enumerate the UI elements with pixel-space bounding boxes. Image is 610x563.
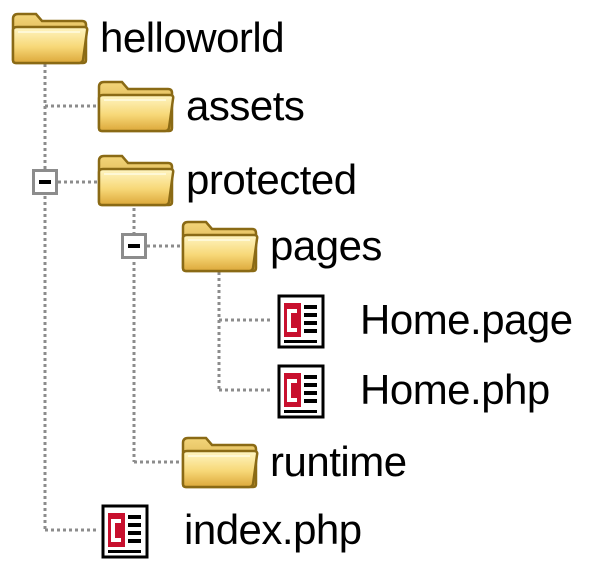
tree-node-helloworld[interactable]: helloworld bbox=[10, 8, 285, 68]
tree-node-label: helloworld bbox=[100, 14, 285, 61]
tree-node-index-php[interactable]: index.php bbox=[100, 500, 362, 560]
tree-node-pages[interactable]: pages bbox=[180, 216, 382, 276]
tree-node-home-page[interactable]: Home.page bbox=[276, 290, 573, 350]
pages-collapse-toggle[interactable] bbox=[121, 233, 147, 259]
tree-node-assets[interactable]: assets bbox=[96, 76, 305, 136]
file-tree: helloworld assets protected pages Home.p… bbox=[0, 0, 610, 563]
code-file-icon bbox=[276, 290, 328, 350]
folder-icon bbox=[96, 78, 176, 134]
folder-icon bbox=[180, 218, 260, 274]
code-file-icon bbox=[276, 360, 328, 420]
tree-node-label: Home.php bbox=[360, 366, 550, 413]
tree-node-home-php[interactable]: Home.php bbox=[276, 360, 550, 420]
tree-node-label: protected bbox=[186, 156, 357, 203]
tree-node-label: Home.page bbox=[360, 296, 573, 343]
tree-node-label: index.php bbox=[184, 506, 362, 553]
tree-node-runtime[interactable]: runtime bbox=[180, 432, 407, 492]
tree-node-protected[interactable]: protected bbox=[96, 150, 357, 210]
tree-node-label: assets bbox=[186, 82, 305, 129]
code-file-icon bbox=[100, 500, 152, 560]
folder-icon bbox=[96, 152, 176, 208]
folder-icon bbox=[180, 434, 260, 490]
tree-node-label: runtime bbox=[270, 438, 407, 485]
protected-collapse-toggle[interactable] bbox=[32, 169, 58, 195]
tree-node-label: pages bbox=[270, 222, 382, 269]
folder-icon bbox=[10, 10, 90, 66]
